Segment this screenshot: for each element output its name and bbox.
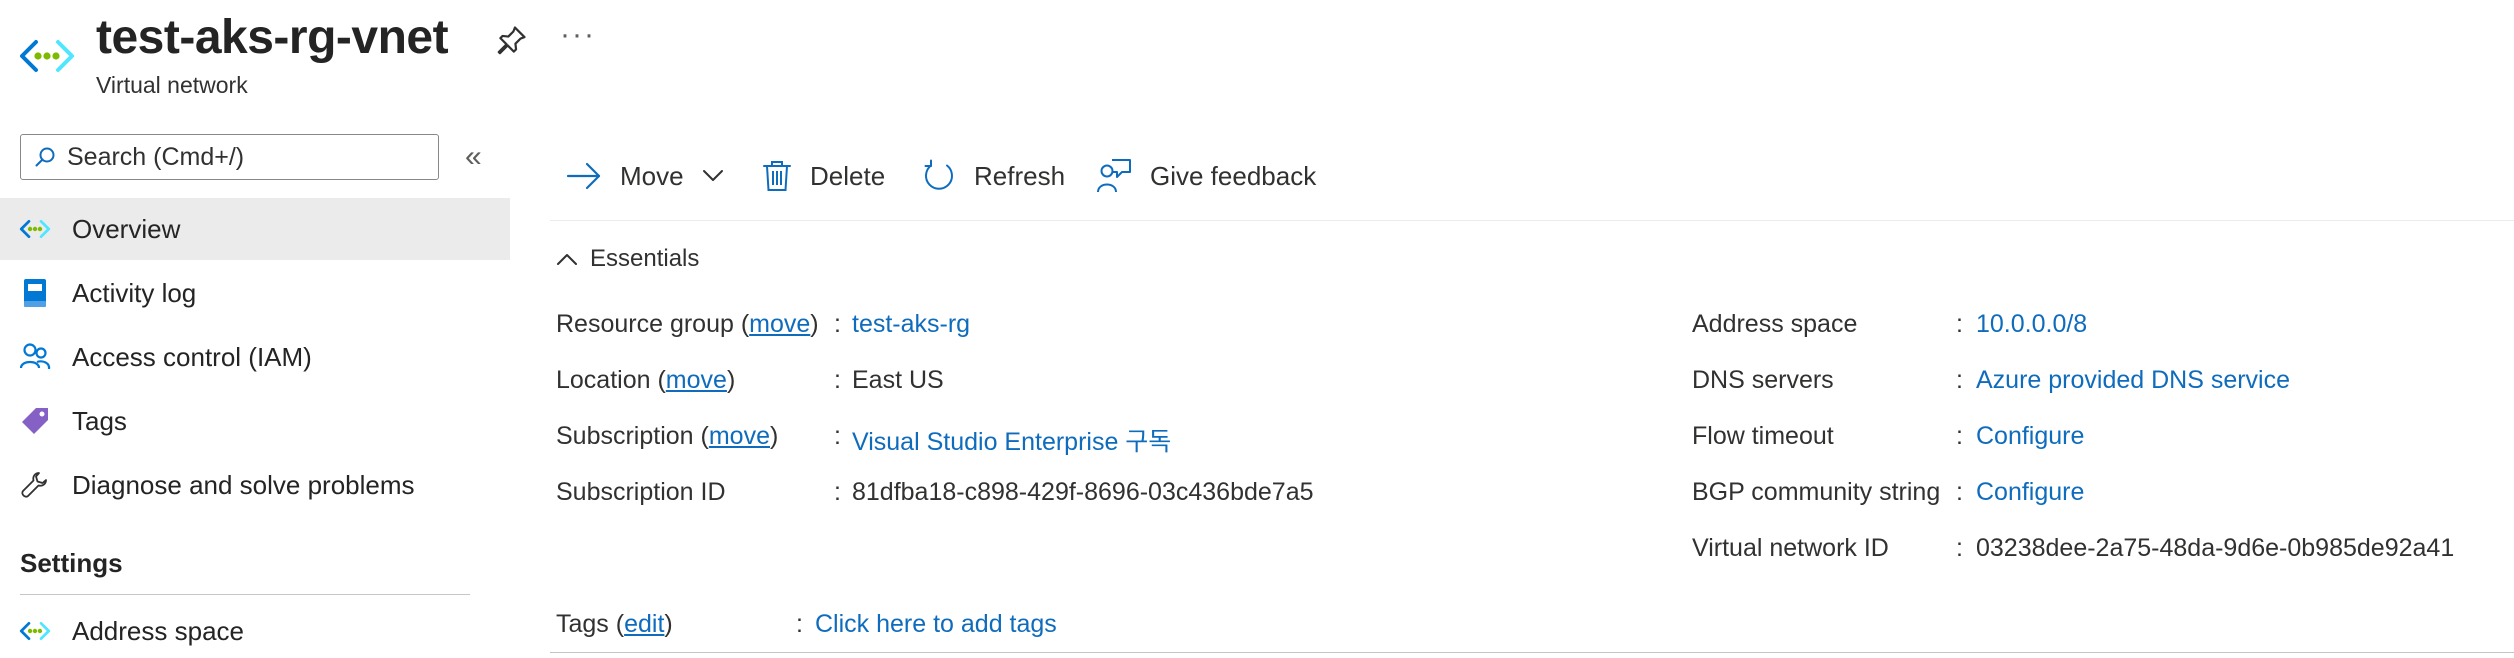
chevron-up-icon	[557, 254, 577, 265]
sidebar-item-access-control[interactable]: Access control (IAM)	[0, 326, 510, 388]
flow-timeout-label: Flow timeout	[1692, 422, 1834, 450]
sidebar-item-activity-log[interactable]: Activity log	[0, 262, 510, 324]
people-icon	[18, 340, 52, 374]
sidebar-item-label: Tags	[72, 405, 127, 436]
subscription-move-link[interactable]: move	[709, 422, 770, 450]
bgp-community-label: BGP community string	[1692, 478, 1941, 506]
move-label: Move	[620, 160, 684, 191]
give-feedback-button[interactable]: Give feedback	[1096, 154, 1316, 198]
vnet-icon	[18, 614, 52, 648]
sidebar-item-diagnose[interactable]: Diagnose and solve problems	[0, 454, 510, 516]
refresh-button[interactable]: Refresh	[922, 154, 1065, 198]
add-tags-link[interactable]: Click here to add tags	[815, 610, 1057, 639]
subscription-id-value: 81dfba18-c898-429f-8696-03c436bde7a5	[852, 478, 1314, 506]
vnet-id-label: Virtual network ID	[1692, 534, 1889, 562]
pin-icon[interactable]	[492, 22, 530, 60]
page-subtitle: Virtual network	[96, 72, 248, 98]
colon: :	[834, 478, 841, 506]
location-move-link[interactable]: move	[666, 366, 727, 394]
feedback-label: Give feedback	[1150, 160, 1317, 191]
divider	[20, 594, 470, 595]
divider	[550, 220, 2514, 221]
divider	[550, 652, 2514, 653]
virtual-network-icon	[20, 40, 74, 72]
delete-button[interactable]: Delete	[762, 154, 885, 198]
refresh-label: Refresh	[974, 160, 1066, 191]
colon: :	[834, 310, 841, 338]
flow-timeout-value[interactable]: Configure	[1976, 422, 2084, 451]
page-title: test-aks-rg-vnet	[96, 11, 449, 64]
address-space-value[interactable]: 10.0.0.0/8	[1976, 310, 2087, 339]
colon: :	[834, 422, 841, 450]
essentials-toggle[interactable]: Essentials	[556, 245, 699, 273]
sidebar-item-label: Overview	[72, 213, 181, 244]
colon: :	[1956, 534, 1963, 562]
feedback-icon	[1097, 159, 1131, 193]
location-value: East US	[852, 366, 944, 394]
search-input[interactable]: Search (Cmd+/)	[20, 134, 439, 180]
resource-group-move-link[interactable]: move	[749, 310, 810, 338]
chevron-down-icon	[702, 170, 723, 181]
colon: :	[1956, 366, 1963, 394]
vnet-id-value: 03238dee-2a75-48da-9d6e-0b985de92a41	[1976, 534, 2455, 562]
location-label: Location (move)	[556, 366, 736, 394]
collapse-sidebar-icon[interactable]: «	[465, 140, 482, 174]
activity-log-icon	[18, 276, 52, 310]
move-button[interactable]: Move	[566, 154, 724, 198]
colon: :	[1956, 422, 1963, 450]
colon: :	[796, 610, 803, 638]
tags-label: Tags (edit)	[556, 610, 673, 638]
arrow-right-icon	[566, 162, 601, 190]
resource-group-label: Resource group (move)	[556, 310, 819, 338]
subscription-id-label: Subscription ID	[556, 478, 726, 506]
wrench-icon	[18, 468, 52, 502]
settings-section-title: Settings	[20, 548, 123, 578]
address-space-label: Address space	[1692, 310, 1858, 338]
sidebar-item-label: Address space	[72, 615, 244, 646]
search-placeholder: Search (Cmd+/)	[67, 142, 245, 171]
dns-servers-label: DNS servers	[1692, 366, 1834, 394]
trash-icon	[763, 161, 791, 191]
sidebar-item-label: Activity log	[72, 277, 197, 308]
essentials-title: Essentials	[590, 245, 700, 272]
subscription-label: Subscription (move)	[556, 422, 779, 450]
delete-label: Delete	[810, 160, 886, 191]
sidebar-item-overview[interactable]: Overview	[0, 198, 510, 260]
refresh-icon	[924, 159, 953, 190]
colon: :	[1956, 310, 1963, 338]
colon: :	[1956, 478, 1963, 506]
sidebar-item-label: Diagnose and solve problems	[72, 469, 415, 500]
colon: :	[834, 366, 841, 394]
sidebar-item-address-space[interactable]: Address space	[0, 600, 510, 658]
vnet-icon	[18, 212, 52, 246]
bgp-community-value[interactable]: Configure	[1976, 478, 2084, 507]
search-icon	[35, 147, 55, 167]
tags-edit-link[interactable]: edit	[624, 610, 664, 638]
sidebar-item-label: Access control (IAM)	[72, 341, 312, 372]
sidebar-item-tags[interactable]: Tags	[0, 390, 510, 452]
resource-group-value[interactable]: test-aks-rg	[852, 310, 970, 339]
tag-icon	[18, 404, 52, 438]
dns-servers-value[interactable]: Azure provided DNS service	[1976, 366, 2290, 395]
subscription-value[interactable]: Visual Studio Enterprise 구독	[852, 422, 1171, 458]
more-options-icon[interactable]: ···	[560, 18, 596, 52]
